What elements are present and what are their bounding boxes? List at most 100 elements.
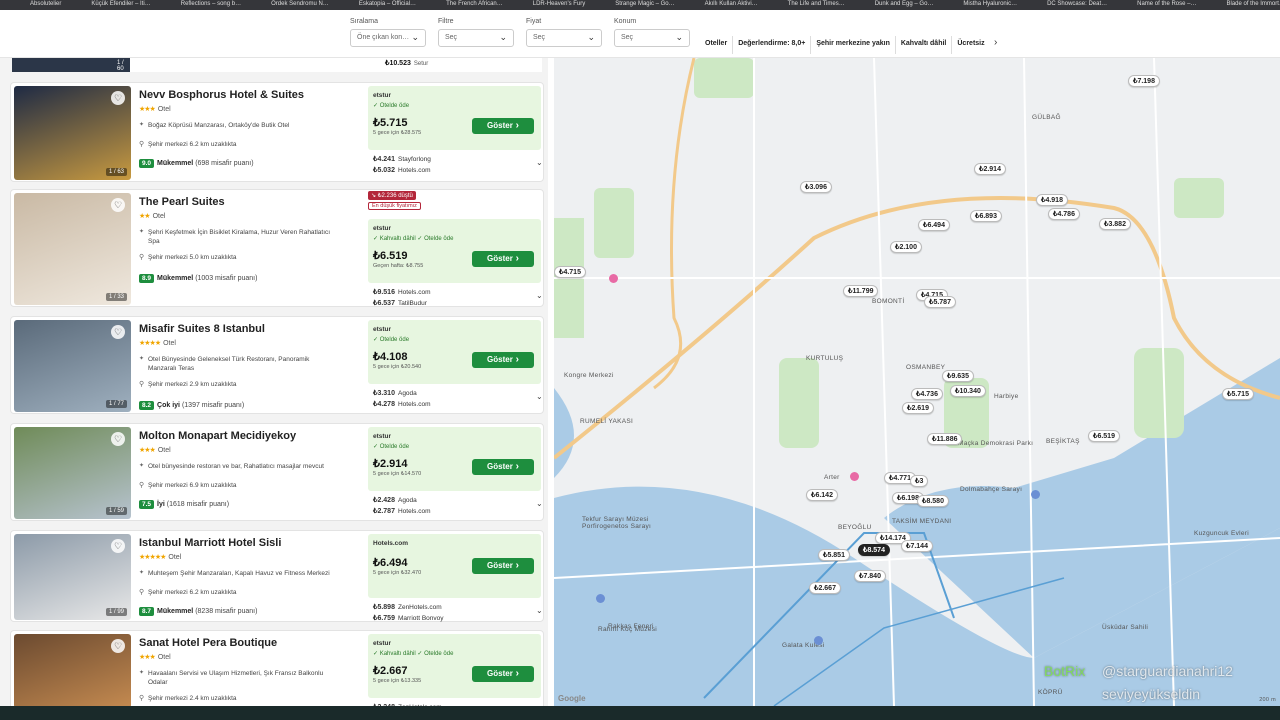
- chip-near-center[interactable]: Şehir merkezine yakın: [810, 36, 895, 54]
- heart-icon[interactable]: ♡: [111, 639, 125, 653]
- alt-offer[interactable]: ₺6.759 Marriott Bonvoy: [373, 614, 444, 622]
- bookmark-item[interactable]: LDR-Heaven's Fury: [533, 1, 586, 7]
- alt-offer[interactable]: ₺2.787 Hotels.com: [373, 507, 431, 515]
- heart-icon[interactable]: ♡: [111, 91, 125, 105]
- map-price-pin[interactable]: ₺4.715: [554, 266, 586, 278]
- map-price-pin[interactable]: ₺4.786: [1048, 208, 1080, 220]
- chevron-down-icon[interactable]: ⌄: [536, 158, 543, 167]
- map-price-pin[interactable]: ₺5.851: [818, 549, 850, 561]
- map-price-pin[interactable]: ₺6.893: [970, 210, 1002, 222]
- map-price-pin[interactable]: ₺2.667: [809, 582, 841, 594]
- bookmark-item[interactable]: Küçük Efendiler – Iti…: [91, 1, 150, 7]
- poi-marker-icon[interactable]: [596, 594, 605, 603]
- heart-icon[interactable]: ♡: [111, 539, 125, 553]
- map-price-pin[interactable]: ₺11.886: [927, 433, 963, 445]
- map-price-pin[interactable]: ₺8.574: [858, 544, 890, 556]
- chip-breakfast[interactable]: Kahvaltı dâhil: [894, 36, 952, 54]
- chevron-down-icon[interactable]: ⌄: [536, 499, 543, 508]
- hotel-photo[interactable]: 1 / 60: [12, 58, 130, 72]
- hotel-name[interactable]: Sanat Hotel Pera Boutique: [139, 637, 277, 649]
- show-deal-button[interactable]: Göster: [472, 558, 534, 574]
- map-price-pin[interactable]: ₺3.882: [1099, 218, 1131, 230]
- main-deal[interactable]: etstur ✓ Kahvaltı dâhil ✓ Otelde öde ₺6.…: [368, 219, 541, 283]
- hotel-photo[interactable]: ♡: [14, 634, 131, 706]
- map-price-pin[interactable]: ₺9.635: [942, 370, 974, 382]
- show-deal-button[interactable]: Göster: [472, 459, 534, 475]
- hotel-name[interactable]: The Pearl Suites: [139, 196, 225, 208]
- map-price-pin[interactable]: ₺10.340: [950, 385, 986, 397]
- bookmark-item[interactable]: Ördek Sendromu N…: [271, 1, 329, 7]
- map-price-pin[interactable]: ₺7.144: [901, 540, 933, 552]
- bookmark-item[interactable]: Strange Magic – Go…: [615, 1, 674, 7]
- map-price-pin[interactable]: ₺2.100: [890, 241, 922, 253]
- map-price-pin[interactable]: ₺6.142: [806, 489, 838, 501]
- filter-select[interactable]: Seç ⌄: [438, 29, 514, 47]
- hotel-name[interactable]: Istanbul Marriott Hotel Sisli: [139, 537, 281, 549]
- map-price-pin[interactable]: ₺5.715: [1222, 388, 1254, 400]
- show-deal-button[interactable]: Göster: [472, 352, 534, 368]
- main-deal[interactable]: etstur ✓ Otelde öde ₺2.914 5 gece için ₺…: [368, 427, 541, 491]
- bookmark-item[interactable]: Eskatopia – Official…: [359, 1, 416, 7]
- bookmark-item[interactable]: Dunk and Egg – Go…: [875, 1, 934, 7]
- map-price-pin[interactable]: ₺2.914: [974, 163, 1006, 175]
- poi-marker-icon[interactable]: [850, 472, 859, 481]
- chip-rating[interactable]: Değerlendirme: 8,0+: [732, 36, 810, 54]
- show-deal-button[interactable]: Göster: [472, 251, 534, 267]
- alt-offer[interactable]: ₺9.516 Hotels.com: [373, 288, 431, 296]
- map-price-pin[interactable]: ₺8.580: [917, 495, 949, 507]
- hotel-name[interactable]: Misafir Suites 8 Istanbul: [139, 323, 265, 335]
- chevron-down-icon[interactable]: ⌄: [536, 392, 543, 401]
- hotel-card[interactable]: ♡ Sanat Hotel Pera Boutique ★★★Otel Hava…: [10, 630, 544, 706]
- heart-icon[interactable]: ♡: [111, 432, 125, 446]
- hotel-name[interactable]: Molton Monapart Mecidiyekoy: [139, 430, 296, 442]
- alt-offer[interactable]: ₺4.278 Hotels.com: [373, 400, 431, 408]
- map-price-pin[interactable]: ₺6.519: [1088, 430, 1120, 442]
- show-deal-button[interactable]: Göster: [472, 118, 534, 134]
- heart-icon[interactable]: ♡: [111, 325, 125, 339]
- main-deal[interactable]: etstur ✓ Otelde öde ₺4.108 5 gece için ₺…: [368, 320, 541, 384]
- map-price-pin[interactable]: ₺7.840: [854, 570, 886, 582]
- hotel-photo[interactable]: ♡ 1 / 63: [14, 86, 131, 180]
- map-price-pin[interactable]: ₺3.096: [800, 181, 832, 193]
- price-select[interactable]: Seç ⌄: [526, 29, 602, 47]
- poi-marker-icon[interactable]: [1031, 490, 1040, 499]
- hotel-photo[interactable]: ♡ 1 / 33: [14, 193, 131, 305]
- hotel-card[interactable]: ♡ 1 / 63 Nevv Bosphorus Hotel & Suites ★…: [10, 82, 544, 182]
- sort-select[interactable]: Öne çıkan kon… ⌄: [350, 29, 426, 47]
- bookmark-item[interactable]: The Life and Times…: [788, 1, 845, 7]
- bookmark-item[interactable]: The French African…: [446, 1, 503, 7]
- chip-hotels[interactable]: Oteller: [700, 36, 732, 54]
- hotel-card[interactable]: ♡ 1 / 33 The Pearl Suites ★★Otel Şehri K…: [10, 189, 544, 307]
- poi-marker-icon[interactable]: [609, 274, 618, 283]
- map[interactable]: GÜLBAĞ BOMONTİ KURTULUŞ OSMANBEY RUMELİ YAKA…: [554, 58, 1280, 706]
- hotel-name[interactable]: Nevv Bosphorus Hotel & Suites: [139, 89, 304, 101]
- bookmark-item[interactable]: Absolutelier: [30, 1, 61, 7]
- hotel-photo[interactable]: ♡ 1 / 59: [14, 427, 131, 519]
- alt-offer[interactable]: ₺5.032 Hotels.com: [373, 166, 431, 174]
- chevron-right-icon[interactable]: ›: [990, 37, 1002, 55]
- hotel-card[interactable]: ♡ 1 / 99 Istanbul Marriott Hotel Sisli ★…: [10, 530, 544, 622]
- hotel-photo[interactable]: ♡ 1 / 77: [14, 320, 131, 412]
- alt-offer[interactable]: ₺4.241 Stayforlong: [373, 155, 431, 163]
- map-price-pin[interactable]: ₺4.918: [1036, 194, 1068, 206]
- map-price-pin[interactable]: ₺7.198: [1128, 75, 1160, 87]
- alt-offer[interactable]: ₺6.537 TatilBudur: [373, 299, 427, 307]
- show-deal-button[interactable]: Göster: [472, 666, 534, 682]
- bookmark-item[interactable]: Mistha Hyaluronic…: [963, 1, 1017, 7]
- bookmark-item[interactable]: DC Showcase: Deat…: [1047, 1, 1107, 7]
- heart-icon[interactable]: ♡: [111, 198, 125, 212]
- main-deal[interactable]: etstur ✓ Otelde öde ₺5.715 5 gece için ₺…: [368, 86, 541, 150]
- bookmark-item[interactable]: Akıllı Kullan Aktivi…: [705, 1, 758, 7]
- chevron-down-icon[interactable]: ⌄: [536, 291, 543, 300]
- map-price-pin[interactable]: ₺5.787: [924, 296, 956, 308]
- map-price-pin[interactable]: ₺4.736: [911, 388, 943, 400]
- hotel-photo[interactable]: ♡ 1 / 99: [14, 534, 131, 620]
- main-deal[interactable]: etstur ✓ Kahvaltı dâhil ✓ Otelde öde ₺2.…: [368, 634, 541, 698]
- bookmark-item[interactable]: Blade of the Immort…: [1227, 1, 1280, 7]
- main-deal[interactable]: Hotels.com ₺6.494 5 gece için ₺32.470 Gö…: [368, 534, 541, 598]
- hotel-card[interactable]: ♡ 1 / 59 Molton Monapart Mecidiyekoy ★★★…: [10, 423, 544, 521]
- bookmark-item[interactable]: Reflections – song b…: [181, 1, 241, 7]
- hotel-card[interactable]: ♡ 1 / 77 Misafir Suites 8 Istanbul ★★★★ O…: [10, 316, 544, 414]
- map-price-pin[interactable]: ₺3: [910, 475, 929, 487]
- bookmark-item[interactable]: Name of the Rose –…: [1137, 1, 1196, 7]
